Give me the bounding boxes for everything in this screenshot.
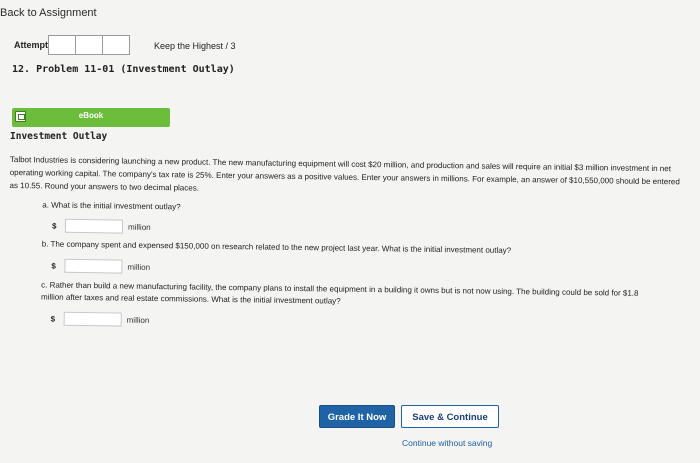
intro-text: Talbot Industries is considering launchi… (9, 154, 680, 193)
answer-b-input[interactable] (64, 258, 123, 274)
attempt-box (102, 35, 130, 55)
answer-c-input[interactable] (63, 311, 122, 327)
grade-it-now-button[interactable]: Grade It Now (319, 405, 395, 428)
attempt-box (48, 35, 76, 55)
answer-row-a: $ million (51, 218, 689, 242)
section-title: Investment Outlay (10, 131, 108, 142)
unit-label: million (127, 222, 151, 232)
ebook-button[interactable]: eBook (12, 108, 170, 127)
currency-symbol: $ (50, 314, 56, 324)
question-c-text: c. Rather than build a new manufacturing… (40, 280, 639, 306)
question-b: b. The company spent and expensed $150,0… (41, 238, 688, 281)
problem-title: 12. Problem 11-01 (Investment Outlay) (12, 64, 235, 75)
question-c: c. Rather than build a new manufacturing… (41, 279, 652, 334)
save-continue-button[interactable]: Save & Continue (401, 405, 499, 428)
unit-label: million (127, 262, 151, 272)
attempt-box (75, 35, 103, 55)
keep-highest-label: Keep the Highest / 3 (154, 41, 236, 51)
question-a: a. What is the initial investment outlay… (42, 199, 689, 241)
question-b-text: b. The company spent and expensed $150,0… (41, 239, 512, 256)
back-to-assignment-link[interactable]: Back to Assignment (0, 7, 97, 19)
continue-without-saving-link[interactable]: Continue without saving (402, 438, 492, 448)
answer-row-c: $ million (50, 311, 651, 334)
problem-intro: Talbot Industries is considering launchi… (8, 153, 690, 334)
answer-row-b: $ million (51, 258, 688, 282)
unit-label: million (126, 315, 150, 325)
currency-symbol: $ (51, 261, 56, 271)
currency-symbol: $ (51, 221, 57, 231)
attempt-boxes (48, 35, 130, 55)
answer-a-input[interactable] (64, 218, 124, 234)
question-a-text: a. What is the initial investment outlay… (42, 200, 181, 212)
ebook-label: eBook (78, 111, 104, 120)
